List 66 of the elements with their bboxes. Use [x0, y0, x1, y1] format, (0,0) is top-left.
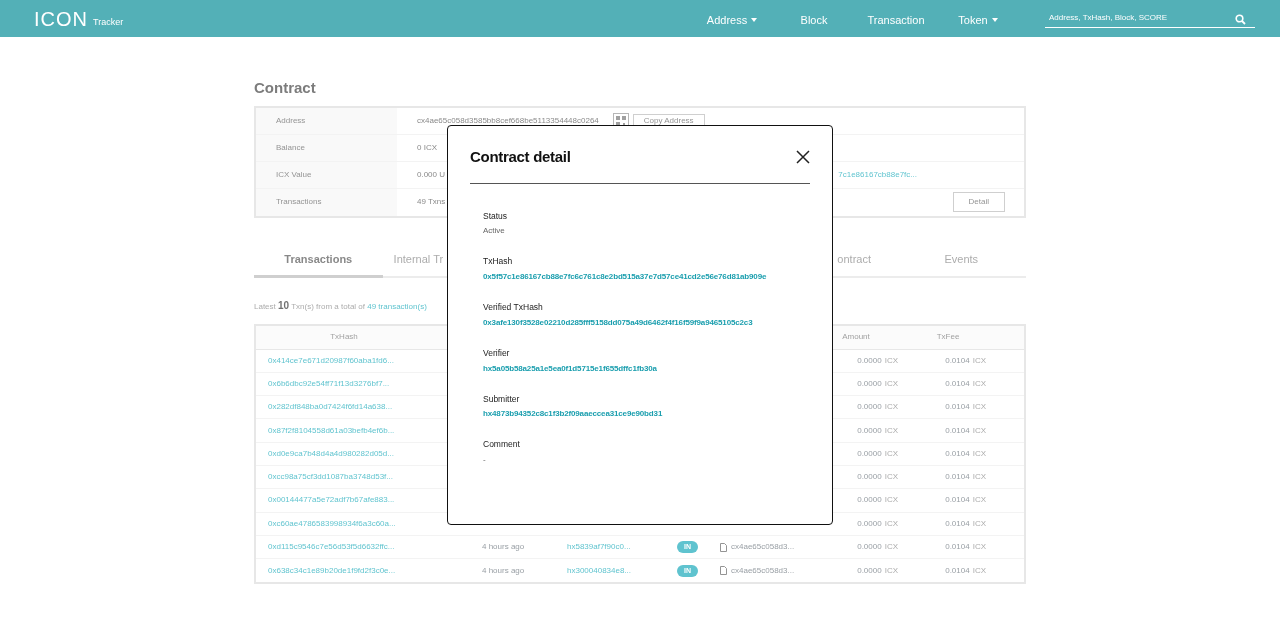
info-label: Address — [256, 107, 397, 134]
age-text: 4 hours ago — [482, 564, 525, 577]
info-value: 49 Txns — [417, 196, 446, 208]
to-address: cx4ae65c058d3... — [731, 541, 795, 553]
unit-label: ICX — [972, 471, 986, 484]
amount-value: 0.0000 — [857, 424, 882, 437]
info-value: 0 ICX — [417, 141, 437, 154]
amount-value: 0.0000 — [857, 564, 882, 577]
amount-value: 0.0000 — [857, 494, 882, 507]
amount-value: 0.0000 — [857, 401, 882, 414]
fee-value: 0.0104 — [945, 354, 970, 367]
unit-label: ICX — [972, 354, 986, 367]
unit-label: ICX — [884, 447, 898, 460]
unit-label: ICX — [972, 517, 986, 530]
field-label: Status — [483, 209, 509, 223]
fee-value: 0.0104 — [945, 471, 970, 484]
field-label: Submitter — [483, 392, 521, 406]
amount-value: 0.0000 — [857, 517, 882, 530]
unit-label: ICX — [884, 471, 898, 484]
fee-value: 0.0104 — [945, 447, 970, 460]
field-label: Comment — [483, 438, 521, 451]
column-header: TxFee — [936, 331, 960, 343]
fee-value: 0.0104 — [945, 401, 970, 414]
unit-label: ICX — [884, 354, 898, 367]
fee-value: 0.0104 — [945, 564, 970, 577]
unit-label: ICX — [972, 401, 986, 414]
unit-label: ICX — [972, 447, 986, 460]
unit-label: ICX — [972, 494, 986, 507]
age-text: 4 hours ago — [482, 541, 525, 553]
modal-title: Contract detail — [470, 147, 571, 167]
column-header: TxHash — [330, 331, 358, 343]
unit-label: ICX — [884, 494, 898, 507]
fee-value: 0.0104 — [945, 541, 970, 553]
amount-value: 0.0000 — [857, 377, 882, 390]
info-value: cx4ae65c058d3585bb8cef668be5113354448c0264 — [417, 114, 599, 127]
logo-subtitle: Tracker — [93, 15, 124, 29]
fee-value: 0.0104 — [945, 377, 970, 390]
column-header: Amount — [842, 331, 870, 343]
field-label: Verified TxHash — [483, 301, 544, 314]
page-title: Contract — [254, 78, 317, 98]
unit-label: ICX — [972, 377, 986, 390]
amount-value: 0.0000 — [857, 354, 882, 367]
amount-value: 0.0000 — [857, 471, 882, 484]
unit-label: ICX — [884, 401, 898, 414]
unit-label: ICX — [884, 424, 898, 437]
amount-value: 0.0000 — [857, 447, 882, 460]
to-address: cx4ae65c058d3... — [731, 564, 795, 577]
amount-value: 0.0000 — [857, 541, 882, 553]
field-label: Verifier — [483, 346, 511, 360]
unit-label: ICX — [972, 424, 986, 437]
field-value: Active — [483, 225, 506, 238]
unit-label: ICX — [972, 564, 986, 577]
fee-value: 0.0104 — [945, 517, 970, 530]
fee-value: 0.0104 — [945, 424, 970, 437]
info-value: 0.000 U — [417, 168, 446, 181]
unit-label: ICX — [884, 564, 898, 577]
unit-label: ICX — [884, 541, 898, 553]
info-label: ICX Value — [256, 161, 397, 188]
field-label: TxHash — [483, 255, 514, 268]
unit-label: ICX — [884, 377, 898, 390]
unit-label: ICX — [972, 541, 986, 553]
info-label: Transactions — [256, 188, 397, 216]
fee-value: 0.0104 — [945, 494, 970, 507]
info-label: Balance — [256, 134, 397, 161]
field-value: - — [483, 454, 487, 466]
unit-label: ICX — [884, 517, 898, 530]
